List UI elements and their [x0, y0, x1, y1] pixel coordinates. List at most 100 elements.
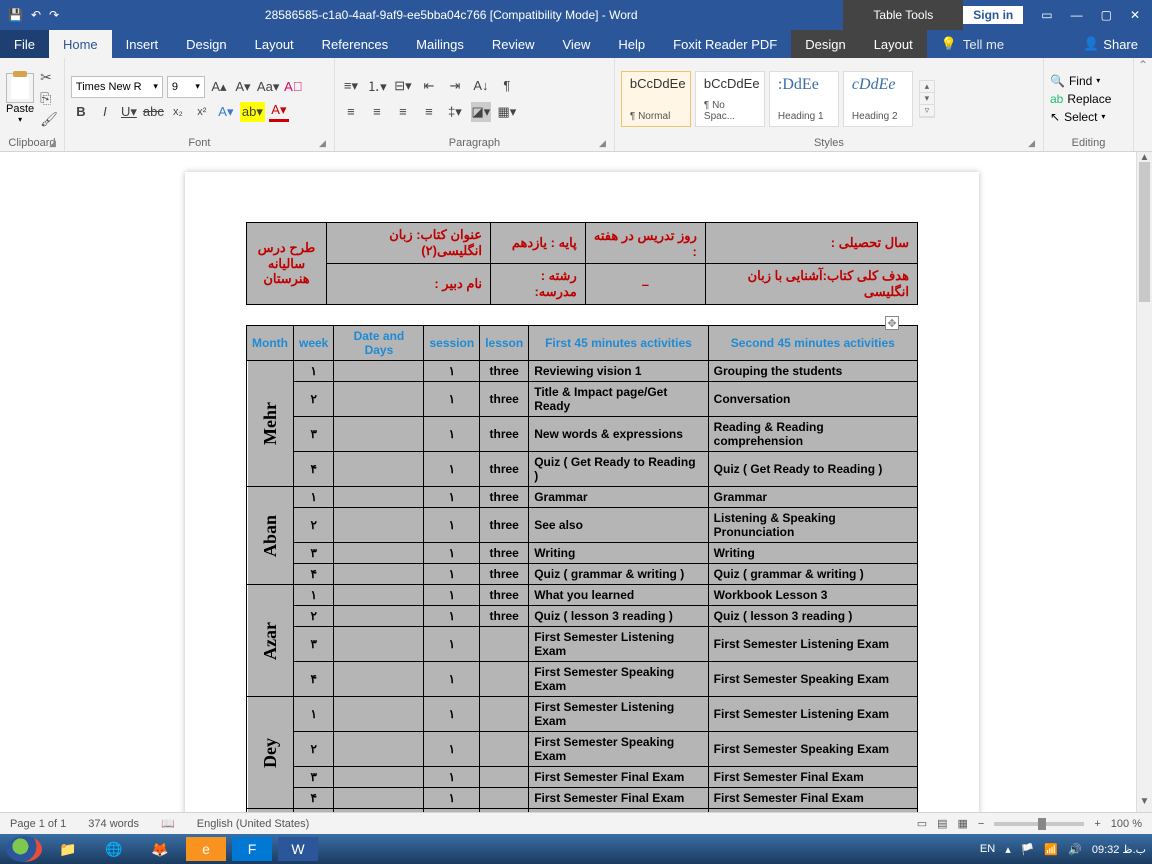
align-right-icon[interactable]: ≡ — [393, 102, 413, 122]
month-cell[interactable]: Mehr — [247, 361, 294, 487]
start-button[interactable] — [6, 836, 42, 862]
replace-button[interactable]: abReplace — [1050, 92, 1111, 106]
taskbar-foxit-icon[interactable]: F — [232, 837, 272, 861]
table-cell[interactable] — [334, 452, 424, 487]
table-move-handle-icon[interactable]: ✥ — [885, 316, 899, 330]
table-cell[interactable]: Quiz ( Get Ready to Reading ) — [708, 452, 917, 487]
table-cell[interactable]: Writing — [529, 543, 708, 564]
table-cell[interactable]: First Semester Listening Exam — [708, 627, 917, 662]
maximize-icon[interactable]: ▢ — [1101, 8, 1112, 22]
highlight-icon[interactable]: ab▾ — [240, 102, 265, 122]
font-size-select[interactable]: 9▾ — [167, 76, 205, 98]
table-cell[interactable] — [480, 732, 529, 767]
month-cell[interactable]: Aban — [247, 487, 294, 585]
table-cell[interactable]: three — [480, 508, 529, 543]
spell-check-icon[interactable]: 📖 — [161, 817, 175, 830]
table-cell[interactable]: ۳ — [293, 417, 333, 452]
tray-flag-icon[interactable]: 🏳️ — [1021, 843, 1035, 856]
styles-gallery-nav[interactable]: ▴▾▿ — [919, 80, 935, 118]
vertical-scrollbar[interactable]: ▲ ▼ — [1136, 152, 1152, 812]
italic-button[interactable]: I — [95, 102, 115, 122]
clear-format-icon[interactable]: A⃠ — [283, 77, 303, 97]
strike-button[interactable]: abc — [143, 102, 164, 122]
tray-volume-icon[interactable]: 🔊 — [1068, 843, 1082, 856]
bold-button[interactable]: B — [71, 102, 91, 122]
table-cell[interactable] — [480, 662, 529, 697]
tab-file[interactable]: File — [0, 30, 49, 58]
month-cell[interactable]: Dey — [247, 697, 294, 809]
table-row[interactable]: ۴۱First Semester Final ExamFirst Semeste… — [247, 788, 918, 809]
header-cell[interactable]: رشته : مدرسه: — [491, 264, 586, 305]
table-cell[interactable]: First Semester Speaking Exam — [529, 732, 708, 767]
month-cell[interactable]: Azar — [247, 585, 294, 697]
table-cell[interactable]: ۱ — [424, 452, 480, 487]
scroll-thumb[interactable] — [1139, 162, 1150, 302]
tab-design[interactable]: Design — [172, 30, 240, 58]
format-painter-icon[interactable]: 🖌 — [40, 111, 58, 128]
table-cell[interactable]: ۴ — [293, 452, 333, 487]
table-cell[interactable]: Quiz ( lesson 3 reading ) — [708, 606, 917, 627]
table-cell[interactable] — [334, 417, 424, 452]
table-cell[interactable]: ۱ — [424, 361, 480, 382]
table-cell[interactable]: ۱ — [293, 697, 333, 732]
table-cell[interactable] — [334, 627, 424, 662]
table-cell[interactable]: First Semester Final Exam — [529, 788, 708, 809]
table-cell[interactable]: ۳ — [293, 627, 333, 662]
table-cell[interactable]: ۲ — [293, 732, 333, 767]
table-cell[interactable]: three — [480, 382, 529, 417]
taskbar-word-icon[interactable]: W — [278, 837, 318, 861]
table-cell[interactable]: three — [480, 606, 529, 627]
sign-in-button[interactable]: Sign in — [963, 6, 1023, 24]
ribbon-options-icon[interactable]: ▭ — [1041, 8, 1052, 22]
table-cell[interactable] — [480, 697, 529, 732]
table-cell[interactable]: First Semester Speaking Exam — [708, 662, 917, 697]
taskbar-chrome-icon[interactable]: 🌐 — [94, 837, 134, 861]
close-icon[interactable]: ✕ — [1130, 8, 1140, 22]
table-cell[interactable]: Grammar — [529, 487, 708, 508]
table-cell[interactable]: ۱ — [424, 543, 480, 564]
table-row[interactable]: ۲۱threeTitle & Impact page/Get ReadyConv… — [247, 382, 918, 417]
text-effects-icon[interactable]: A▾ — [216, 102, 236, 122]
table-cell[interactable]: Conversation — [708, 382, 917, 417]
web-layout-icon[interactable]: ▦ — [958, 817, 968, 830]
copy-icon[interactable]: ⎘ — [40, 90, 58, 107]
find-button[interactable]: 🔍Find▾ — [1050, 74, 1111, 88]
decrease-indent-icon[interactable]: ⇤ — [419, 76, 439, 96]
tab-insert[interactable]: Insert — [112, 30, 173, 58]
table-cell[interactable]: three — [480, 585, 529, 606]
tab-layout[interactable]: Layout — [241, 30, 308, 58]
table-cell[interactable]: three — [480, 564, 529, 585]
header-side-cell[interactable]: طرح درس سالیانه هنرستان — [247, 223, 327, 305]
table-row[interactable]: ۳۱threeNew words & expressionsReading & … — [247, 417, 918, 452]
table-cell[interactable] — [334, 732, 424, 767]
table-cell[interactable] — [334, 662, 424, 697]
undo-icon[interactable]: ↶ — [31, 8, 41, 22]
table-cell[interactable]: Reading & Reading comprehension — [708, 417, 917, 452]
table-cell[interactable]: What you learned — [529, 585, 708, 606]
tab-references[interactable]: References — [308, 30, 402, 58]
table-cell[interactable]: ۱ — [424, 508, 480, 543]
header-cell[interactable]: پایه : یازدهم — [491, 223, 586, 264]
table-cell[interactable]: three — [480, 417, 529, 452]
taskbar-explorer-icon[interactable]: 📁 — [48, 837, 88, 861]
tab-mailings[interactable]: Mailings — [402, 30, 478, 58]
table-cell[interactable]: First Semester Final Exam — [529, 767, 708, 788]
column-header[interactable]: First 45 minutes activities — [529, 326, 708, 361]
plan-table[interactable]: MonthweekDate and DayssessionlessonFirst… — [246, 325, 918, 812]
share-button[interactable]: 👤Share — [1083, 30, 1152, 58]
zoom-in-icon[interactable]: + — [1094, 818, 1100, 830]
table-cell[interactable]: ۱ — [424, 767, 480, 788]
font-name-select[interactable]: Times New R▾ — [71, 76, 163, 98]
style-nospac[interactable]: bCcDdEe¶ No Spac... — [695, 71, 765, 127]
table-cell[interactable]: ۱ — [424, 382, 480, 417]
tab-help[interactable]: Help — [604, 30, 659, 58]
tab-review[interactable]: Review — [478, 30, 549, 58]
table-cell[interactable]: ۳ — [293, 543, 333, 564]
column-header[interactable]: Month — [247, 326, 294, 361]
underline-button[interactable]: U▾ — [119, 102, 139, 122]
table-cell[interactable]: ۱ — [424, 606, 480, 627]
header-cell[interactable]: – — [585, 264, 705, 305]
tab-view[interactable]: View — [548, 30, 604, 58]
save-icon[interactable]: 💾 — [8, 8, 23, 22]
table-cell[interactable]: three — [480, 361, 529, 382]
